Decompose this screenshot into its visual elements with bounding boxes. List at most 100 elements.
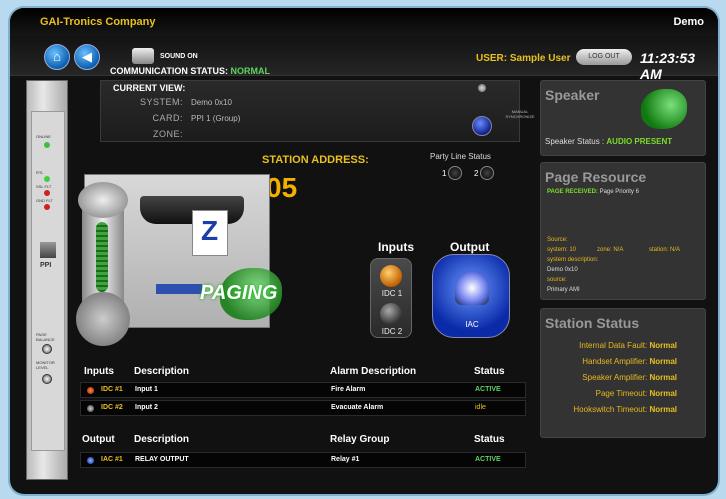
handset-mouthpiece [76, 292, 130, 346]
party-line-1-label: 1 [442, 168, 447, 178]
zone-label: ZONE: [152, 129, 183, 139]
brand-logo: Z [192, 210, 228, 256]
table-row[interactable]: IDC #1 Input 1 Fire Alarm ACTIVE [80, 382, 526, 398]
system-value: Demo 0x10 [191, 98, 232, 107]
monitor-level-knob[interactable] [42, 374, 52, 384]
station-address-label: STATION ADDRESS: [262, 154, 369, 166]
source2-label: source: [547, 277, 567, 283]
page-received-value: Page Priority 6 [599, 189, 639, 195]
station-status-title: Station Status [545, 315, 640, 331]
system-description-value: Demo 0x10 [547, 267, 578, 273]
ppi-cube-icon [40, 242, 56, 258]
ppi-card-rack: ONLINE RTL SSL FLT GND FLT PPI PAGE BALA… [26, 80, 68, 480]
inputs-col-header: Inputs [84, 366, 114, 377]
home-button[interactable]: ⌂ [44, 44, 70, 70]
title-bar: GAI-Tronics Company Demo [10, 8, 718, 36]
output-status: ACTIVE [475, 456, 501, 463]
source2-value: Primary AMI [547, 287, 580, 293]
logout-button[interactable]: LOG OUT [576, 49, 632, 65]
input-status: ACTIVE [475, 386, 501, 393]
comm-label: COMMUNICATION STATUS: [110, 66, 228, 76]
online-led [44, 142, 50, 148]
handset-icon [76, 182, 130, 346]
page-received-label: PAGE RECEIVED: [547, 189, 598, 195]
rack-label-ppi: PPI [40, 262, 52, 269]
status-label: Speaker Amplifier: [582, 373, 648, 382]
rack-label-monitor: MONITOR LEVEL [36, 360, 55, 370]
output-id: IAC #1 [101, 456, 123, 463]
input-status: idle [475, 404, 486, 411]
inputs-status-header: Status [474, 366, 505, 377]
station-address-value: 05 [266, 172, 298, 203]
gnd-led [44, 204, 50, 210]
speaker-panel-title: Speaker [545, 87, 600, 103]
input-id: IDC #2 [101, 404, 123, 411]
input-desc: Input 2 [135, 404, 158, 411]
home-icon: ⌂ [53, 49, 61, 64]
ssl-led [44, 190, 50, 196]
source-zone: zone: N/A [597, 247, 624, 253]
back-button[interactable]: ◀ [74, 44, 100, 70]
speaker-horn-icon [641, 89, 687, 129]
manual-sync-label: MANUAL SYNCHRONIZE [505, 109, 535, 119]
table-row[interactable]: IAC #1 RELAY OUTPUT Relay #1 ACTIVE [80, 452, 526, 468]
party-line-2[interactable]: 2 [474, 166, 495, 180]
source-system: system: 10 [547, 247, 577, 253]
page-balance-knob[interactable] [42, 344, 52, 354]
speaker-status-value: AUDIO PRESENT [606, 137, 673, 146]
page-resource-panel: Page Resource PAGE RECEIVED: Page Priori… [540, 162, 706, 300]
clock: 11:23:53 AM [640, 50, 696, 82]
beacon-light-icon [455, 271, 489, 305]
idc2-label: IDC 2 [381, 327, 403, 336]
status-value: Normal [649, 405, 677, 414]
output-status-header: Status [474, 434, 505, 445]
input-alarm: Fire Alarm [331, 386, 366, 393]
inputs-heading: Inputs [378, 240, 414, 254]
iac-label: IAC [465, 320, 479, 329]
handset-cord [96, 222, 108, 292]
paging-label: PAGING [200, 282, 278, 304]
rack-label-rtl: RTL [36, 170, 44, 175]
inputs-desc-header: Description [134, 366, 190, 377]
back-arrow-icon: ◀ [82, 49, 92, 64]
rack-label-page: PAGE BALANCE [36, 332, 55, 342]
idc-indicator-box: IDC 1 IDC 2 [370, 258, 412, 338]
idc1-led [380, 265, 402, 287]
status-dot-icon [87, 387, 94, 394]
system-label: SYSTEM: [139, 97, 183, 107]
status-label: Internal Data Fault: [579, 341, 648, 350]
party-line-2-label: 2 [474, 168, 479, 178]
rtl-led [44, 176, 50, 182]
handset-earpiece [78, 182, 128, 218]
status-row-page-timeout: Page Timeout: Normal [527, 389, 677, 398]
current-view-title: CURRENT VIEW: [113, 83, 186, 93]
manual-sync-button[interactable] [472, 116, 492, 136]
status-dot-icon [87, 405, 94, 412]
table-row[interactable]: IDC #2 Input 2 Evacuate Alarm idle [80, 400, 526, 416]
output-heading: Output [450, 240, 490, 254]
speaker-status: Speaker Status : AUDIO PRESENT [545, 137, 672, 146]
party-line-2-button[interactable] [480, 166, 495, 180]
party-line-label: Party Line Status [430, 152, 491, 161]
status-dot-icon [87, 457, 94, 464]
speaker-icon [132, 48, 154, 64]
status-row-internal-data: Internal Data Fault: Normal [527, 341, 677, 350]
page-received: PAGE RECEIVED: Page Priority 6 [547, 189, 639, 195]
zone-row: ZONE: [101, 129, 191, 139]
current-view-panel: CURRENT VIEW: SYSTEM: Demo 0x10 CARD: PPI … [100, 80, 535, 142]
status-row-hookswitch-timeout: Hookswitch Timeout: Normal [527, 405, 677, 414]
status-row-handset-amp: Handset Amplifier: Normal [527, 357, 677, 366]
comm-value: NORMAL [230, 66, 271, 76]
company-name: GAI-Tronics Company [40, 16, 156, 28]
view-indicator-dot [478, 84, 486, 92]
alarm-desc-header: Alarm Description [330, 366, 417, 377]
status-value: Normal [649, 373, 677, 382]
party-line-1[interactable]: 1 [442, 166, 463, 180]
output-col-header: Output [82, 434, 115, 445]
party-line-1-button[interactable] [448, 166, 463, 180]
idc1-label: IDC 1 [381, 289, 403, 298]
input-alarm: Evacuate Alarm [331, 404, 384, 411]
sound-toggle[interactable]: SOUND ON [132, 48, 198, 64]
output-desc: RELAY OUTPUT [135, 456, 189, 463]
speaker-status-label: Speaker Status : [545, 137, 605, 146]
